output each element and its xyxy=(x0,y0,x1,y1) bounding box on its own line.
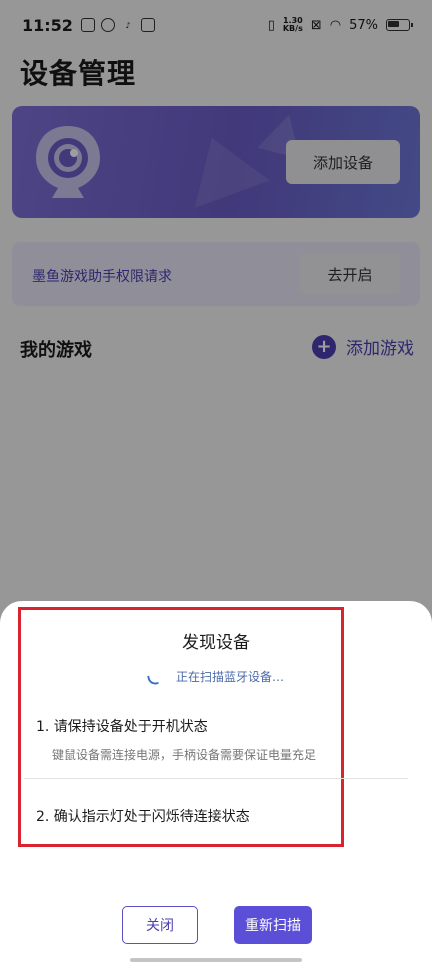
home-indicator[interactable] xyxy=(130,958,302,962)
sheet-title: 发现设备 xyxy=(182,633,250,653)
step-2-text: 2. 确认指示灯处于闪烁待连接状态 xyxy=(36,809,250,825)
scanning-status: 正在扫描蓝牙设备… xyxy=(146,668,284,685)
loading-spinner-icon xyxy=(146,669,162,685)
step-1-description: 键鼠设备需连接电源，手柄设备需要保证电量充足 xyxy=(52,748,317,762)
step-1-text: 1. 请保持设备处于开机状态 xyxy=(36,719,208,735)
rescan-button[interactable]: 重新扫描 xyxy=(234,906,312,944)
scanning-text: 正在扫描蓝牙设备… xyxy=(176,670,285,684)
close-button[interactable]: 关闭 xyxy=(122,906,198,944)
divider xyxy=(24,778,408,779)
